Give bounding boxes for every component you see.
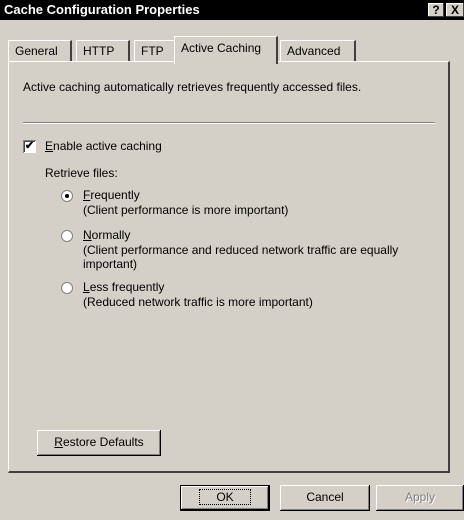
radio-less-frequently-description: (Reduced network traffic is more importa…	[83, 295, 313, 309]
ok-label: OK	[199, 489, 251, 505]
apply-button[interactable]: Apply	[376, 485, 464, 511]
radio-normally-label[interactable]: Normally	[83, 228, 130, 242]
properties-dialog: Cache Configuration Properties ? X Gener…	[0, 0, 464, 520]
panel-description: Active caching automatically retrieves f…	[23, 80, 362, 94]
label-text: nable active caching	[53, 139, 162, 153]
radio-frequently-description: (Client performance is more important)	[83, 203, 289, 217]
radio-less-frequently-label[interactable]: Less frequently	[83, 280, 164, 294]
label-text: ormally	[91, 228, 131, 242]
tab-active-caching[interactable]: Active Caching	[174, 36, 278, 64]
radio-selected-dot	[65, 194, 69, 198]
tab-ftp[interactable]: FTP	[134, 40, 176, 62]
radio-normally[interactable]	[61, 230, 73, 242]
title-bar[interactable]: Cache Configuration Properties ? X	[0, 0, 464, 20]
retrieve-files-label: Retrieve files:	[45, 166, 118, 180]
window-title: Cache Configuration Properties	[4, 2, 200, 17]
tab-http[interactable]: HTTP	[76, 40, 130, 62]
radio-normally-description-line2: important)	[83, 257, 138, 271]
button-text: estore Defaults	[62, 435, 144, 449]
access-key: R	[54, 435, 63, 449]
label-text: requently	[90, 188, 140, 202]
separator	[23, 122, 435, 124]
close-button[interactable]: X	[446, 3, 464, 17]
restore-defaults-button[interactable]: Restore Defaults	[37, 430, 161, 456]
radio-frequently[interactable]	[61, 190, 73, 202]
cancel-button[interactable]: Cancel	[280, 485, 370, 511]
enable-active-caching-label[interactable]: Enable active caching	[45, 139, 162, 153]
access-key: L	[83, 280, 90, 294]
radio-frequently-label[interactable]: Frequently	[83, 188, 140, 202]
label-text: ess frequently	[89, 280, 165, 294]
ok-button[interactable]: OK	[180, 485, 270, 511]
access-key: N	[83, 228, 92, 242]
access-key: E	[45, 139, 54, 153]
help-button[interactable]: ?	[428, 3, 444, 17]
active-caching-panel: Active caching automatically retrieves f…	[8, 61, 450, 473]
radio-normally-description-line1: (Client performance and reduced network …	[83, 243, 399, 257]
tab-general[interactable]: General	[8, 40, 72, 62]
radio-less-frequently[interactable]	[61, 282, 73, 294]
tab-advanced[interactable]: Advanced	[280, 40, 356, 62]
enable-active-caching-checkbox[interactable]: ✔	[23, 140, 36, 153]
